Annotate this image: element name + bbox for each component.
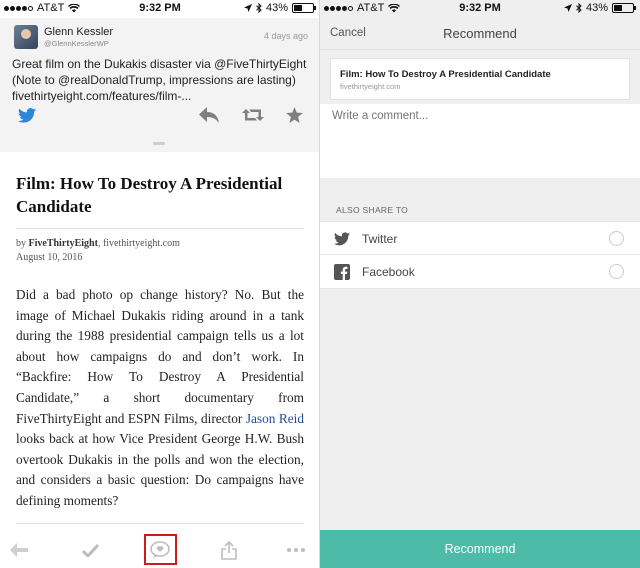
twitter-toggle[interactable] — [609, 231, 624, 246]
twitter-icon — [334, 232, 350, 246]
byline-prefix: by — [16, 238, 26, 249]
battery-percent: 43% — [265, 2, 288, 14]
link-preview-title: Film: How To Destroy A Presidential Cand… — [340, 69, 551, 80]
bluetooth-icon — [576, 3, 582, 13]
share-button[interactable] — [218, 539, 240, 561]
tweet-author-handle: @GlennKesslerWP — [44, 39, 109, 48]
recommend-button[interactable] — [149, 539, 171, 561]
share-icon — [221, 540, 237, 560]
share-option-label: Facebook — [362, 265, 415, 279]
location-icon — [243, 4, 252, 12]
tweet-timestamp: 4 days ago — [263, 31, 308, 41]
back-button[interactable] — [8, 539, 30, 561]
battery-icon — [292, 3, 316, 13]
article-body: Did a bad photo op change history? No. B… — [16, 285, 304, 512]
facebook-toggle[interactable] — [609, 264, 624, 279]
mark-read-button[interactable] — [79, 539, 101, 561]
status-bar: AT&T 9:32 PM 43% — [0, 0, 320, 18]
recommend-icon — [150, 541, 170, 558]
comment-area[interactable] — [320, 104, 640, 178]
divider — [16, 228, 304, 229]
byline-author[interactable]: FiveThirtyEight — [29, 238, 98, 249]
article-date: August 10, 2016 — [16, 252, 83, 263]
share-option-twitter[interactable]: Twitter — [320, 221, 640, 255]
location-icon — [563, 4, 572, 12]
avatar[interactable] — [14, 25, 38, 49]
article-title: Film: How To Destroy A Presidential Cand… — [16, 174, 283, 216]
comment-input[interactable] — [332, 110, 628, 122]
tweet-text: Great film on the Dukakis disaster via @… — [12, 57, 307, 103]
bottom-toolbar — [0, 532, 320, 568]
drag-handle[interactable] — [153, 142, 165, 145]
tweet-card[interactable]: Glenn Kessler @GlennKesslerWP 4 days ago… — [0, 18, 320, 152]
byline: by FiveThirtyEight, fivethirtyeight.com — [16, 237, 304, 251]
retweet-icon[interactable] — [242, 107, 264, 123]
favorite-icon[interactable] — [286, 107, 303, 123]
also-share-label: ALSO SHARE TO — [336, 205, 409, 215]
recommend-submit-button[interactable]: Recommend — [320, 530, 640, 568]
page-title: Recommend — [443, 26, 517, 41]
status-bar: AT&T 9:32 PM 43% — [320, 0, 640, 18]
battery-percent: 43% — [585, 2, 608, 14]
recommend-screen: AT&T 9:32 PM 43% Cancel Recommend Film: … — [320, 0, 640, 568]
share-option-label: Twitter — [362, 232, 398, 246]
reply-icon[interactable] — [198, 106, 220, 124]
facebook-icon — [334, 264, 350, 280]
byline-source: , fivethirtyeight.com — [97, 238, 180, 249]
article-screen: AT&T 9:32 PM 43% Glenn Kessler @GlennKes… — [0, 0, 320, 568]
checkmark-icon — [81, 543, 99, 557]
nav-header: Cancel Recommend — [320, 18, 640, 50]
article: Film: How To Destroy A Presidential Cand… — [16, 172, 304, 512]
link-preview-card: Film: How To Destroy A Presidential Cand… — [330, 58, 630, 100]
share-option-facebook[interactable]: Facebook — [320, 255, 640, 289]
body-link[interactable]: Jason Reid — [246, 411, 304, 426]
body-text-part2: looks back at how Vice President George … — [16, 431, 304, 508]
twitter-icon — [18, 108, 36, 123]
tweet-author-name: Glenn Kessler — [44, 26, 114, 38]
battery-icon — [612, 3, 636, 13]
divider — [16, 523, 304, 524]
back-arrow-icon — [10, 543, 28, 557]
body-text-part1: Did a bad photo op change history? No. B… — [16, 287, 304, 426]
more-button[interactable] — [285, 539, 307, 561]
tweet-actions — [0, 106, 320, 130]
more-icon — [287, 548, 305, 552]
bluetooth-icon — [256, 3, 262, 13]
link-preview-domain: fivethirtyeight.com — [340, 82, 401, 91]
